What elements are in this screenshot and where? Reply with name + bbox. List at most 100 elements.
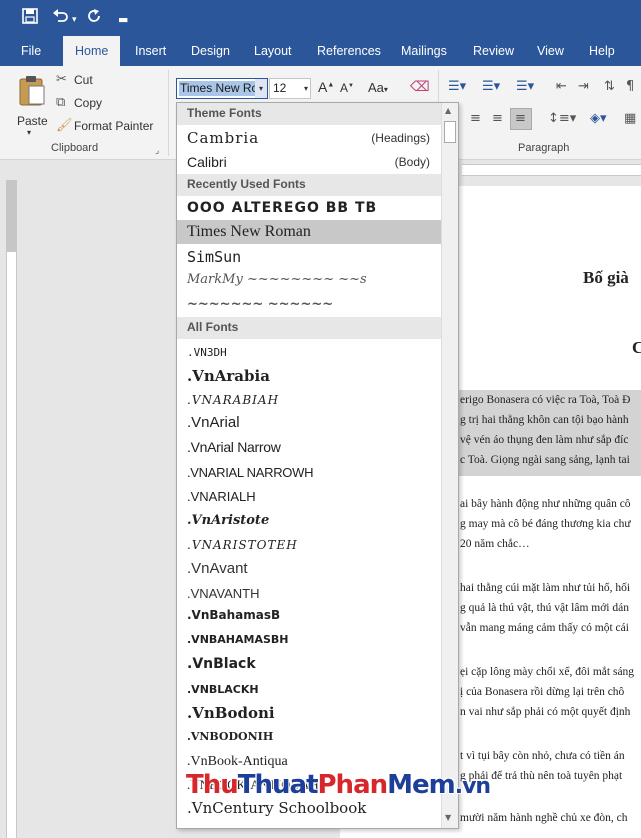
font-option[interactable]: .VNBAHAMASBH bbox=[187, 633, 289, 646]
font-option[interactable]: .VnAvant bbox=[187, 560, 248, 577]
save-icon[interactable] bbox=[22, 8, 38, 29]
font-option-alterego[interactable]: OOO ALTEREGO BB TB bbox=[187, 200, 377, 216]
dialog-launcher-icon[interactable]: ⌟ bbox=[155, 144, 159, 158]
increase-indent-icon[interactable]: ⇥ bbox=[578, 80, 589, 94]
font-option[interactable]: .VnBlack bbox=[187, 656, 256, 672]
scroll-up-icon[interactable]: ▲ bbox=[445, 106, 451, 115]
font-option[interactable]: .VnArabia bbox=[187, 367, 270, 385]
all-fonts-header: All Fonts bbox=[177, 317, 442, 339]
borders-icon[interactable]: ▦ bbox=[624, 112, 636, 126]
headings-tag: (Headings) bbox=[371, 131, 430, 145]
grow-font-icon[interactable]: A▲ bbox=[318, 79, 334, 95]
redo-icon[interactable] bbox=[86, 8, 102, 29]
decrease-indent-icon[interactable]: ⇤ bbox=[556, 80, 567, 94]
chapter-heading: C bbox=[632, 338, 641, 357]
shrink-font-icon[interactable]: A▼ bbox=[340, 81, 354, 95]
change-case-button[interactable]: Aa▾ bbox=[368, 80, 388, 95]
tab-help[interactable]: Help bbox=[589, 44, 615, 58]
doc-line: mười năm hành nghề chủ xe đòn, ch bbox=[460, 812, 628, 824]
numbering-icon[interactable]: ☰▾ bbox=[482, 80, 500, 94]
align-left-icon[interactable]: ≡ bbox=[470, 112, 481, 126]
vertical-ruler[interactable] bbox=[0, 160, 22, 838]
title-bar: ▾ ▬ bbox=[0, 0, 641, 36]
font-option-decorative-1[interactable]: MarkMy ~~~~~~~~ ~~s bbox=[187, 272, 367, 287]
tab-file[interactable]: File bbox=[21, 44, 41, 58]
format-painter-icon: 🖌 bbox=[56, 118, 73, 133]
justify-button[interactable]: ≡ bbox=[510, 108, 532, 130]
align-center-icon[interactable]: ≡ bbox=[492, 112, 503, 126]
dropdown-scrollbar[interactable]: ▲ ▼ bbox=[441, 103, 458, 828]
watermark-logo: ThuThuatPhanMem.vn bbox=[186, 770, 491, 800]
ruler-strip bbox=[6, 180, 17, 838]
font-option[interactable]: .VNAVANTH bbox=[187, 586, 259, 601]
chevron-down-icon: ▾ bbox=[303, 84, 308, 93]
sort-icon[interactable]: ⇅ bbox=[604, 80, 615, 94]
undo-icon[interactable] bbox=[52, 8, 70, 29]
bullets-icon[interactable]: ☰▾ bbox=[448, 80, 466, 94]
watermark-part: Thuat bbox=[237, 770, 319, 800]
tab-view[interactable]: View bbox=[537, 44, 564, 58]
tab-review[interactable]: Review bbox=[473, 44, 514, 58]
font-option-calibri[interactable]: Calibri bbox=[187, 154, 227, 170]
paste-button[interactable]: Paste ▾ bbox=[14, 72, 50, 138]
font-option[interactable]: .VN3DH bbox=[187, 346, 227, 359]
font-option-cambria[interactable]: Cambria bbox=[187, 129, 259, 147]
show-marks-icon[interactable]: ¶ bbox=[626, 80, 634, 94]
font-option[interactable]: .VnArial bbox=[187, 414, 240, 431]
font-name-input[interactable]: Times New Ro bbox=[179, 81, 260, 96]
undo-dropdown-icon[interactable]: ▾ bbox=[72, 10, 77, 30]
theme-fonts-header: Theme Fonts bbox=[177, 103, 442, 125]
doc-line: erigo Bonasera có việc ra Toà, Toà Đ bbox=[460, 394, 631, 406]
tab-layout[interactable]: Layout bbox=[254, 44, 292, 58]
clipboard-group-label: Clipboard bbox=[51, 142, 99, 154]
font-option-decorative-2[interactable]: ~~~~~~~ ~~~~~~ bbox=[187, 297, 333, 312]
doc-line: ị của Bonasera rồi dừng lại trên chô bbox=[460, 686, 625, 698]
clear-formatting-icon[interactable]: ⌫ bbox=[410, 80, 430, 94]
ribbon-tabs: File Home Insert Design Layout Reference… bbox=[0, 36, 641, 66]
font-option[interactable]: .VNARISTOTEH bbox=[187, 538, 298, 552]
scroll-thumb[interactable] bbox=[444, 121, 456, 143]
font-option[interactable]: .VnAristote bbox=[187, 513, 269, 528]
doc-line: ai bây hành động như những quân cô bbox=[460, 498, 631, 510]
tab-design[interactable]: Design bbox=[191, 44, 230, 58]
font-dropdown-list[interactable]: Theme Fonts Cambria (Headings) Calibri (… bbox=[176, 102, 459, 829]
shading-icon[interactable]: ◈▾ bbox=[590, 112, 607, 126]
cut-button[interactable]: Cut bbox=[74, 73, 93, 87]
format-painter-button[interactable]: Format Painter bbox=[74, 119, 153, 133]
paste-label: Paste bbox=[17, 114, 48, 128]
scroll-down-icon[interactable]: ▼ bbox=[445, 813, 451, 822]
font-option[interactable]: .VNARABIAH bbox=[187, 393, 279, 407]
document-title: Bố già bbox=[583, 268, 629, 287]
font-option[interactable]: .VNBLACKH bbox=[187, 683, 259, 696]
tab-references[interactable]: References bbox=[317, 44, 381, 58]
chevron-down-icon[interactable]: ▾ bbox=[255, 79, 267, 98]
font-option[interactable]: .VnArial Narrow bbox=[187, 439, 281, 455]
font-option[interactable]: .VnBook-Antiqua bbox=[187, 754, 288, 770]
font-option-simsun[interactable]: SimSun bbox=[187, 248, 241, 266]
font-option[interactable]: .VnBodoni bbox=[187, 704, 275, 722]
tab-home[interactable]: Home bbox=[63, 36, 121, 66]
font-size-combobox[interactable]: 12 ▾ bbox=[269, 78, 311, 99]
font-option[interactable]: .VNBODONIH bbox=[187, 730, 273, 743]
tab-insert[interactable]: Insert bbox=[135, 44, 166, 58]
paragraph-group-label: Paragraph bbox=[518, 142, 570, 154]
copy-button[interactable]: Copy bbox=[74, 96, 102, 110]
copy-icon: ⧉ bbox=[56, 95, 66, 110]
font-option[interactable]: .VNARIALH bbox=[187, 489, 256, 504]
doc-line: g may mà cô bé đáng thương kia chư bbox=[460, 518, 631, 530]
ruler-margin bbox=[6, 180, 17, 252]
font-name-combobox[interactable]: Times New Ro ▾ bbox=[176, 78, 268, 99]
font-option[interactable]: .VnBahamasB bbox=[187, 608, 280, 622]
multilevel-list-icon[interactable]: ☰▾ bbox=[516, 80, 534, 94]
change-case-label: Aa bbox=[368, 80, 384, 95]
font-option[interactable]: .VnCentury Schoolbook bbox=[187, 799, 366, 817]
font-option-times-new-roman[interactable]: Times New Roman bbox=[187, 223, 311, 241]
watermark-part: Thu bbox=[186, 770, 239, 800]
font-size-input[interactable]: 12 bbox=[273, 81, 286, 95]
doc-line: g trị hai thằng khôn can tội bạo hành bbox=[460, 414, 629, 426]
watermark-part: .vn bbox=[454, 774, 491, 799]
line-spacing-icon[interactable]: ↕≡▾ bbox=[548, 112, 576, 126]
tab-mailings[interactable]: Mailings bbox=[401, 44, 447, 58]
font-option[interactable]: .VNARIAL NARROWH bbox=[187, 465, 313, 480]
customize-qat-icon[interactable]: ▬ bbox=[118, 10, 128, 30]
